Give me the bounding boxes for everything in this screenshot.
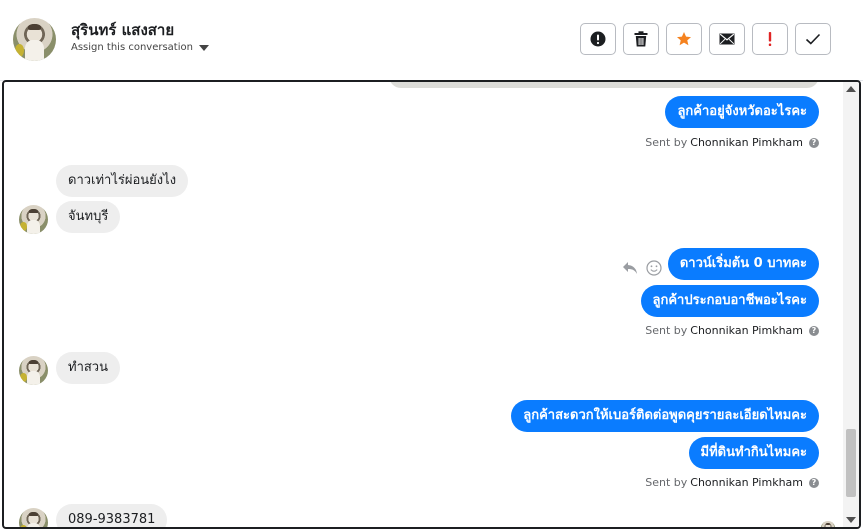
outgoing-message[interactable]: ลูกค้าประกอบอาชีพอะไรคะ [640,285,819,317]
star-icon [677,32,691,46]
outgoing-message[interactable]: ดาวน์เริ่มต้น 0 บาทคะ [667,248,819,280]
mark-done-button[interactable] [795,23,831,55]
outgoing-message[interactable]: ลูกค้าสะดวกให้เบอร์ติดต่อพูดคุยรายละเอีย… [511,400,819,432]
message-thread[interactable]: ลูกค้าอยู่จังหวัดอะไรคะ Sent by Chonnika… [2,80,861,529]
contact-avatar[interactable] [13,18,56,61]
contact-name: สุรินทร์ แสงสาย [71,21,175,39]
scroll-down-icon[interactable] [846,517,856,523]
sent-by-prefix: Sent by [645,476,688,489]
sent-by-label: Sent by Chonnikan Pimkham ? [645,136,819,149]
incoming-message[interactable]: ดาวเท่าไร่ผ่อนยังไง [56,165,189,197]
check-icon [805,33,821,45]
incoming-message[interactable]: 089-9383781 [56,504,168,527]
emoji-reaction-icon[interactable] [646,260,662,276]
delete-button[interactable] [623,23,659,55]
scrollbar[interactable] [843,82,859,527]
seen-indicator-avatar [821,521,835,527]
sent-by-prefix: Sent by [645,136,688,149]
message-actions [622,260,662,276]
sent-by-agent: Chonnikan Pimkham [690,476,803,489]
scroll-up-icon[interactable] [846,86,856,92]
conversation-toolbar [580,23,831,55]
exclamation-icon [768,32,772,46]
trash-icon [634,31,648,47]
contact-avatar-small [19,508,48,527]
mail-button[interactable] [709,23,745,55]
outgoing-message[interactable]: ลูกค้าอยู่จังหวัดอะไรคะ [665,96,819,128]
info-icon[interactable]: ? [809,477,819,488]
conversation-header: สุรินทร์ แสงสาย Assign this conversation [0,0,863,81]
sent-by-prefix: Sent by [645,324,688,337]
caret-down-icon [198,45,209,51]
reply-icon[interactable] [622,261,638,275]
exclamation-circle-icon [590,31,606,47]
outgoing-message[interactable]: มีที่ดินทำกินไหมคะ [688,437,819,469]
contact-avatar-small [19,205,48,234]
info-icon[interactable]: ? [809,137,819,148]
mark-spam-button[interactable] [580,23,616,55]
assign-conversation-dropdown[interactable]: Assign this conversation [71,42,209,53]
scrollbar-thumb[interactable] [846,429,856,497]
image-attachment[interactable] [389,82,819,88]
mark-important-button[interactable] [752,23,788,55]
incoming-message[interactable]: ทำสวน [56,352,120,384]
sent-by-agent: Chonnikan Pimkham [690,136,803,149]
info-icon[interactable]: ? [809,325,819,336]
assign-label: Assign this conversation [71,42,193,53]
envelope-icon [719,33,735,45]
contact-avatar-small [19,356,48,385]
sent-by-label: Sent by Chonnikan Pimkham ? [645,324,819,337]
sent-by-label: Sent by Chonnikan Pimkham ? [645,476,819,489]
incoming-message[interactable]: จันทบุรี [56,201,121,233]
sent-by-agent: Chonnikan Pimkham [690,324,803,337]
star-button[interactable] [666,23,702,55]
